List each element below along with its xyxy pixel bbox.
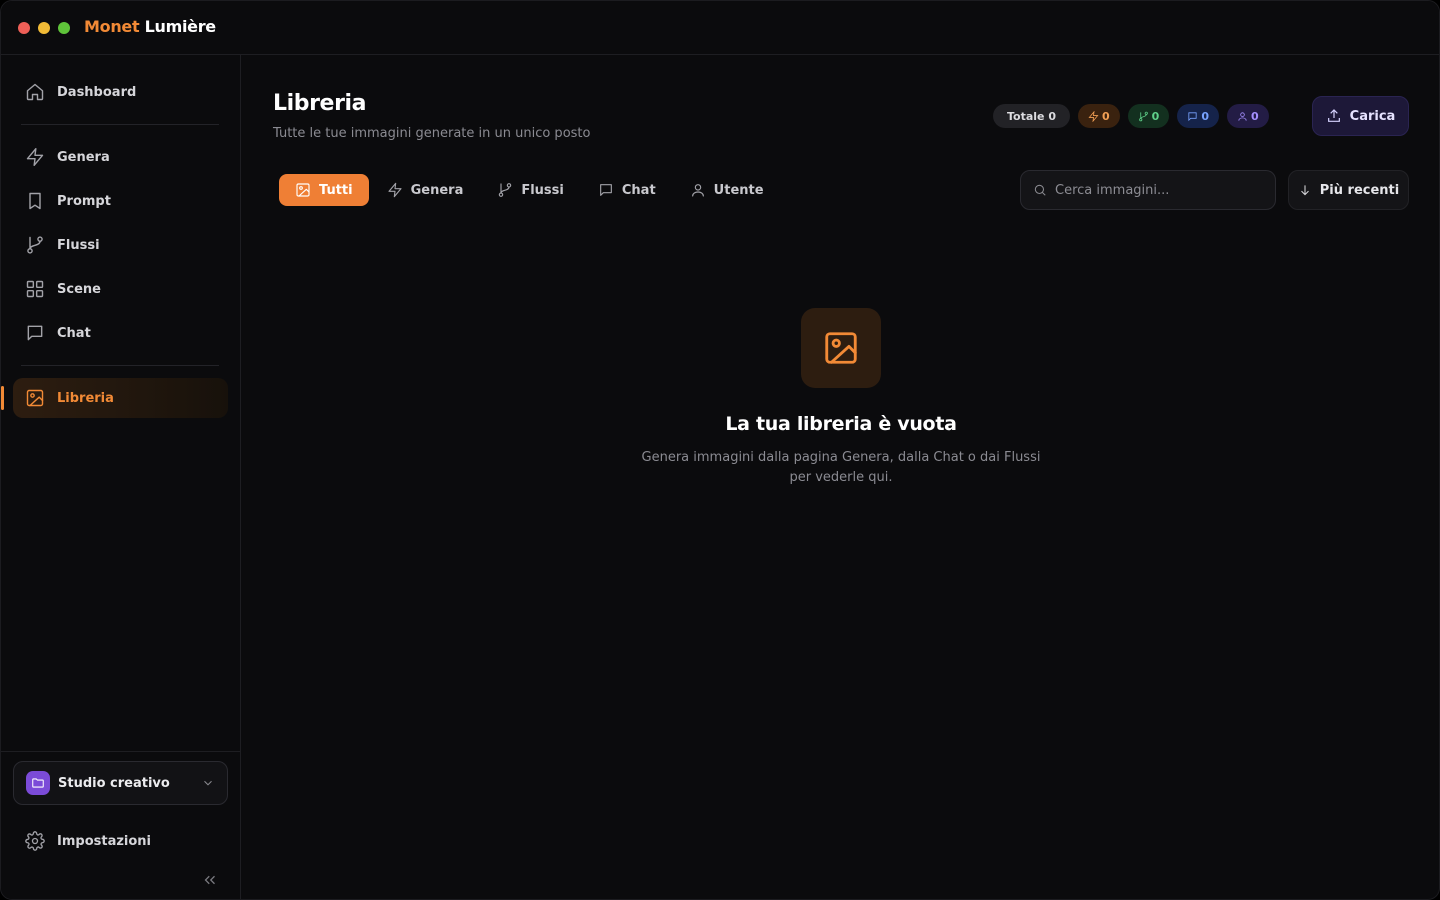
brand-name-part1: Monet — [84, 17, 140, 36]
message-icon — [599, 184, 612, 196]
page-subtitle: Tutte le tue immagini generate in un uni… — [273, 126, 591, 141]
tab-utente[interactable]: Utente — [674, 174, 780, 206]
message-icon — [27, 325, 43, 341]
tab-label: Genera — [410, 182, 464, 198]
genera-count: 0 — [1102, 109, 1110, 123]
workspace-name: Studio creativo — [58, 775, 170, 791]
maximize-window-button[interactable] — [58, 22, 70, 34]
tab-flussi[interactable]: Flussi — [481, 174, 580, 206]
brand-name-part2: Lumière — [144, 17, 217, 36]
sidebar-item-label: Genera — [57, 149, 110, 165]
app-window: Monet Lumière Dashboard Genera Prompt Fl… — [0, 0, 1440, 900]
chat-count-badge: 0 — [1177, 104, 1219, 128]
chevron-down-icon — [204, 780, 212, 786]
chat-count: 0 — [1201, 109, 1209, 123]
chevrons-left-icon — [204, 875, 215, 885]
sidebar-item-label: Dashboard — [57, 84, 137, 100]
flussi-count-badge: 0 — [1127, 104, 1170, 128]
sidebar-item-flussi[interactable]: Flussi — [13, 225, 228, 265]
utente-count-badge: 0 — [1226, 104, 1269, 128]
sort-button-label: Più recenti — [1319, 182, 1400, 198]
search-box — [1020, 170, 1276, 210]
empty-state-title: La tua libreria è vuota — [725, 413, 957, 435]
sidebar-item-libreria[interactable]: Libreria — [1, 378, 228, 418]
sidebar-item-label: Chat — [57, 325, 91, 341]
empty-state-icon — [801, 308, 881, 388]
git-branch-icon — [27, 236, 43, 254]
title-bar: Monet Lumière — [1, 1, 1439, 55]
upload-button[interactable]: Carica — [1312, 96, 1409, 136]
sidebar-item-label: Scene — [57, 281, 101, 297]
search-icon — [1034, 184, 1046, 196]
message-icon — [1188, 111, 1197, 121]
app-brand: Monet Lumière — [84, 17, 216, 36]
sidebar-item-prompt[interactable]: Prompt — [13, 181, 228, 221]
image-icon — [825, 332, 857, 364]
filter-tabs: Tutti Genera Flussi Chat Utente — [279, 174, 782, 206]
zap-icon — [26, 147, 44, 167]
collapse-sidebar-button[interactable] — [201, 871, 219, 889]
utente-count: 0 — [1250, 109, 1259, 123]
sidebar-item-genera[interactable]: Genera — [13, 137, 228, 177]
tab-chat[interactable]: Chat — [582, 174, 672, 206]
upload-icon — [1327, 109, 1340, 122]
sidebar-item-label: Prompt — [57, 193, 111, 209]
upload-button-label: Carica — [1349, 108, 1396, 124]
sidebar-item-label: Libreria — [57, 390, 114, 406]
tab-genera[interactable]: Genera — [371, 174, 480, 206]
arrow-down-icon — [1300, 185, 1309, 196]
user-icon — [1238, 111, 1247, 121]
genera-count-badge: 0 — [1078, 104, 1120, 128]
bookmark-icon — [29, 192, 41, 210]
workspace-selector[interactable]: Studio creativo — [13, 761, 228, 805]
active-indicator — [1, 386, 4, 410]
image-icon — [26, 389, 44, 407]
settings-label: Impostazioni — [57, 833, 152, 849]
tab-label: Chat — [621, 182, 656, 198]
image-icon — [296, 183, 310, 197]
total-count-badge: Totale 0 — [993, 104, 1070, 128]
sort-button[interactable]: Più recenti — [1288, 170, 1409, 210]
zap-icon — [1088, 110, 1099, 122]
tab-label: Tutti — [319, 182, 353, 198]
zap-icon — [388, 182, 402, 198]
sidebar-item-scene[interactable]: Scene — [13, 269, 228, 309]
folder-icon — [32, 778, 44, 788]
sidebar-divider — [21, 124, 219, 125]
gear-icon — [25, 831, 45, 851]
tab-label: Flussi — [521, 182, 564, 198]
git-branch-icon — [1138, 111, 1148, 121]
tab-tutti[interactable]: Tutti — [279, 174, 369, 206]
git-branch-icon — [499, 183, 512, 197]
grid-icon — [26, 280, 44, 298]
sidebar-divider — [21, 365, 219, 366]
main-content: Libreria Tutte le tue immagini generate … — [242, 55, 1439, 899]
user-icon — [691, 184, 704, 197]
workspace-avatar — [26, 771, 50, 795]
sidebar: Dashboard Genera Prompt Flussi Scene Cha… — [1, 55, 241, 899]
home-icon — [26, 83, 44, 101]
sidebar-item-settings[interactable]: Impostazioni — [13, 821, 228, 861]
close-window-button[interactable] — [18, 22, 30, 34]
tab-label: Utente — [713, 182, 764, 198]
sidebar-item-label: Flussi — [57, 237, 100, 253]
sidebar-item-chat[interactable]: Chat — [13, 313, 228, 353]
stats-badges: Totale 0 0 0 0 0 — [993, 104, 1269, 128]
search-input[interactable] — [1055, 182, 1255, 198]
sidebar-divider — [1, 751, 241, 752]
page-title: Libreria — [273, 91, 367, 116]
sidebar-item-dashboard[interactable]: Dashboard — [13, 72, 228, 112]
flussi-count: 0 — [1151, 109, 1160, 123]
empty-state-description: Genera immagini dalla pagina Genera, dal… — [641, 450, 1041, 485]
minimize-window-button[interactable] — [38, 22, 50, 34]
